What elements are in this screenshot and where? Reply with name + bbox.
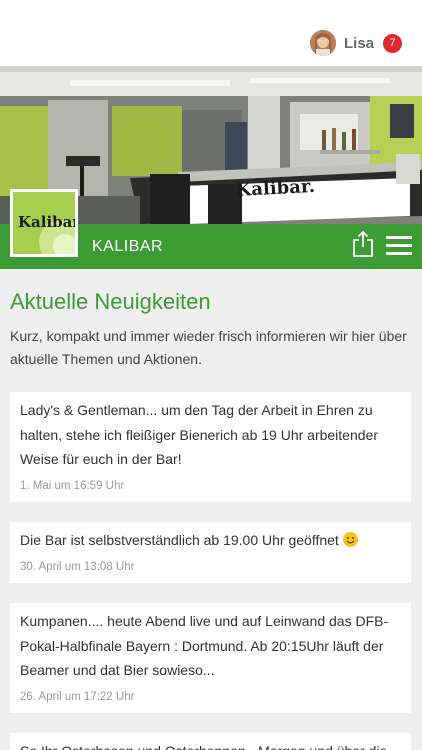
venue-logo-text: Kalibar — [18, 213, 78, 231]
notification-badge[interactable]: 7 — [383, 33, 402, 53]
bar-sign-text: Kalibar. — [235, 176, 315, 201]
share-button[interactable] — [350, 230, 376, 258]
post-text: Lady's & Gentleman... um den Tag der Arb… — [20, 402, 378, 467]
user-profile[interactable]: Lisa 7 — [309, 30, 402, 56]
post-date: 30. April um 13:08 Uhr — [20, 560, 135, 573]
news-post[interactable]: Lady's & Gentleman... um den Tag der Arb… — [10, 392, 411, 502]
hamburger-menu-icon — [386, 236, 412, 239]
smiling-face-icon — [342, 532, 358, 547]
news-post[interactable]: So Ihr Osterhasen und Osterhennen - Morg… — [10, 733, 411, 750]
news-post[interactable]: Kumpanen.... heute Abend live und auf Le… — [10, 603, 411, 713]
post-date: 26. April um 17:22 Uhr — [20, 690, 135, 703]
post-date: 1. Mai um 16:59 Uhr — [20, 479, 125, 492]
share-icon — [353, 230, 373, 257]
post-text: Kumpanen.... heute Abend live und auf Le… — [20, 613, 389, 678]
section-intro: Kurz, kompakt und immer wieder frisch in… — [10, 328, 407, 367]
venue-name: KALIBAR — [92, 238, 164, 255]
avatar[interactable] — [309, 30, 336, 56]
section-title: Aktuelle Neuigkeiten — [10, 289, 211, 314]
news-post[interactable]: Die Bar ist selbstverständlich ab 19.00 … — [10, 522, 411, 583]
news-section: Aktuelle Neuigkeiten Kurz, kompakt und i… — [0, 269, 422, 750]
hamburger-menu-button[interactable] — [386, 236, 412, 256]
post-text: So Ihr Osterhasen und Osterhennen - Morg… — [20, 739, 401, 750]
post-text: Die Bar ist selbstverständlich ab 19.00 … — [20, 532, 339, 548]
top-bar: Lisa 7 — [0, 0, 422, 66]
user-name[interactable]: Lisa — [344, 35, 374, 52]
venue-logo[interactable]: Kalibar — [10, 189, 78, 257]
